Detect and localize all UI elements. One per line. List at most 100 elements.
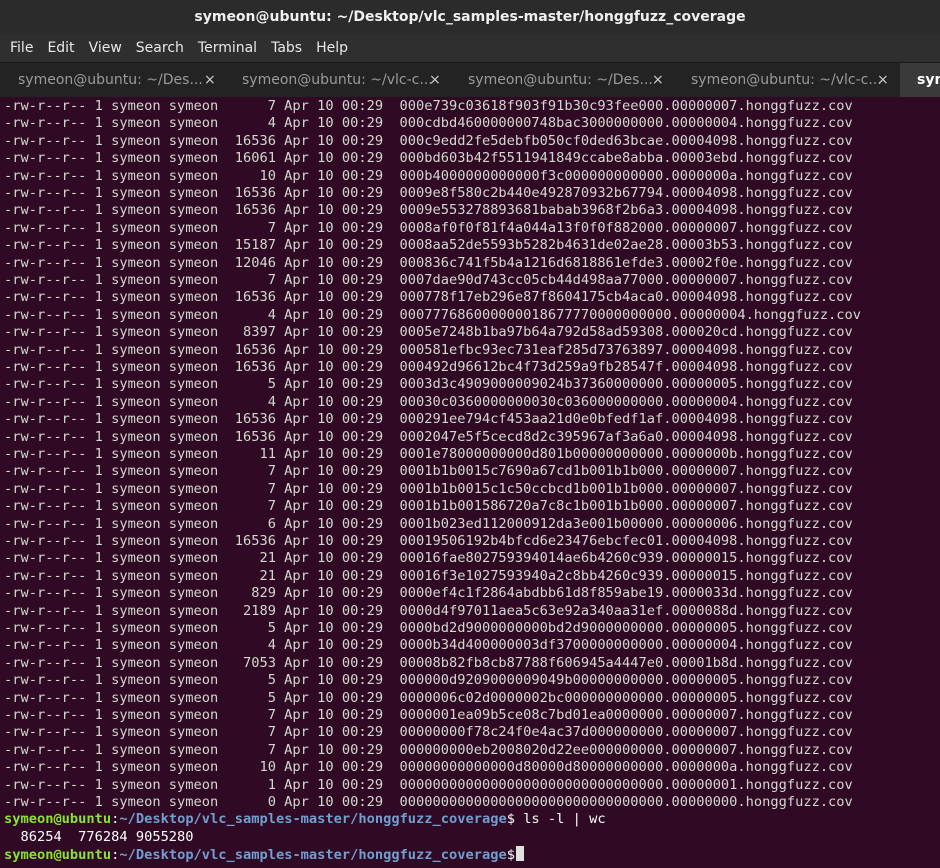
tab-3[interactable]: symeon@ubuntu: ~/Des... × — [448, 63, 672, 97]
tab-label: symeon@ubuntu: ~/Des... — [468, 72, 653, 88]
menu-file[interactable]: File — [3, 34, 40, 62]
listing-row-text: -rw-r--r-- 1 symeon symeon 0 Apr 10 00:2… — [4, 794, 853, 810]
listing-row: -rw-r--r-- 1 symeon symeon 16536 Apr 10 … — [4, 202, 853, 219]
menu-view[interactable]: View — [82, 34, 129, 62]
listing-row-text: -rw-r--r-- 1 symeon symeon 7 Apr 10 00:2… — [4, 219, 853, 236]
menu-search[interactable]: Search — [129, 34, 191, 62]
listing-row-text: -rw-r--r-- 1 symeon symeon 7 Apr 10 00:2… — [4, 498, 853, 515]
wc-output: 86254 776284 9055280 — [4, 828, 194, 845]
command-output: 86254 776284 9055280 — [4, 828, 194, 846]
tab-4[interactable]: symeon@ubuntu: ~/vlc-c... × — [672, 63, 896, 97]
prompt-dollar: $ — [506, 847, 515, 864]
listing-row: -rw-r--r-- 1 symeon symeon 21 Apr 10 00:… — [4, 550, 853, 567]
tab-label: symeon@ubuntu: ~/vlc-c... — [242, 72, 433, 88]
listing-row: -rw-r--r-- 1 symeon symeon 7 Apr 10 00:2… — [4, 98, 853, 115]
listing-row-text: -rw-r--r-- 1 symeon symeon 16061 Apr 10 … — [4, 150, 853, 167]
menu-terminal[interactable]: Terminal — [191, 34, 264, 62]
listing-row-text: -rw-r--r-- 1 symeon symeon 16536 Apr 10 … — [4, 185, 853, 201]
listing-row: -rw-r--r-- 1 symeon symeon 7 Apr 10 00:2… — [4, 724, 853, 741]
close-icon[interactable]: × — [204, 63, 216, 97]
listing-row: -rw-r--r-- 1 symeon symeon 7 Apr 10 00:2… — [4, 220, 853, 237]
listing-row-text: -rw-r--r-- 1 symeon symeon 7 Apr 10 00:2… — [4, 98, 853, 114]
listing-row-text: -rw-r--r-- 1 symeon symeon 10 Apr 10 00:… — [4, 759, 853, 776]
listing-row: -rw-r--r-- 1 symeon symeon 16536 Apr 10 … — [4, 411, 853, 428]
tab-label: sym — [917, 72, 940, 88]
terminal-output[interactable]: -rw-r--r-- 1 symeon symeon 7 Apr 10 00:2… — [0, 97, 940, 868]
listing-row-text: -rw-r--r-- 1 symeon symeon 7 Apr 10 00:2… — [4, 741, 853, 758]
listing-row-text: -rw-r--r-- 1 symeon symeon 21 Apr 10 00:… — [4, 550, 853, 567]
prompt-path: ~/Desktop/vlc_samples-master/honggfuzz_c… — [119, 847, 507, 864]
menu-tabs[interactable]: Tabs — [264, 34, 309, 62]
listing-row-text: -rw-r--r-- 1 symeon symeon 5 Apr 10 00:2… — [4, 689, 853, 706]
listing-row: -rw-r--r-- 1 symeon symeon 21 Apr 10 00:… — [4, 568, 853, 585]
listing-row-text: -rw-r--r-- 1 symeon symeon 4 Apr 10 00:2… — [4, 637, 853, 654]
listing-row-text: -rw-r--r-- 1 symeon symeon 16536 Apr 10 … — [4, 411, 853, 428]
listing-row-text: -rw-r--r-- 1 symeon symeon 7 Apr 10 00:2… — [4, 463, 853, 480]
tab-active[interactable]: sym — [900, 63, 940, 97]
listing-row: -rw-r--r-- 1 symeon symeon 16536 Apr 10 … — [4, 533, 853, 550]
listing-row-text: -rw-r--r-- 1 symeon symeon 5 Apr 10 00:2… — [4, 620, 853, 636]
close-icon[interactable]: × — [877, 63, 889, 97]
close-icon[interactable]: × — [652, 63, 664, 97]
listing-row-text: -rw-r--r-- 1 symeon symeon 7 Apr 10 00:2… — [4, 724, 853, 741]
listing-row: -rw-r--r-- 1 symeon symeon 16536 Apr 10 … — [4, 359, 853, 376]
tab-bar: symeon@ubuntu: ~/Des... × symeon@ubuntu:… — [0, 62, 940, 97]
menu-help[interactable]: Help — [309, 34, 355, 62]
listing-row: -rw-r--r-- 1 symeon symeon 16061 Apr 10 … — [4, 150, 853, 167]
listing-row-text: -rw-r--r-- 1 symeon symeon 1 Apr 10 00:2… — [4, 776, 853, 793]
tab-label: symeon@ubuntu: ~/vlc-c... — [691, 72, 882, 88]
listing-row: -rw-r--r-- 1 symeon symeon 16536 Apr 10 … — [4, 133, 853, 150]
listing-row-text: -rw-r--r-- 1 symeon symeon 7053 Apr 10 0… — [4, 654, 853, 671]
listing-row-text: -rw-r--r-- 1 symeon symeon 16536 Apr 10 … — [4, 359, 853, 375]
listing-row-text: -rw-r--r-- 1 symeon symeon 5 Apr 10 00:2… — [4, 376, 853, 393]
listing-row-text: -rw-r--r-- 1 symeon symeon 829 Apr 10 00… — [4, 585, 853, 602]
listing-row-text: -rw-r--r-- 1 symeon symeon 16536 Apr 10 … — [4, 289, 853, 306]
listing-row-text: -rw-r--r-- 1 symeon symeon 8397 Apr 10 0… — [4, 324, 853, 341]
listing-row: -rw-r--r-- 1 symeon symeon 11 Apr 10 00:… — [4, 446, 853, 463]
tab-2[interactable]: symeon@ubuntu: ~/vlc-c... × — [224, 63, 448, 97]
listing-row: -rw-r--r-- 1 symeon symeon 7 Apr 10 00:2… — [4, 742, 853, 759]
prompt-user: symeon@ubuntu — [4, 847, 112, 864]
listing-row: -rw-r--r-- 1 symeon symeon 4 Apr 10 00:2… — [4, 637, 853, 654]
listing-row: -rw-r--r-- 1 symeon symeon 10 Apr 10 00:… — [4, 759, 853, 776]
listing-row: -rw-r--r-- 1 symeon symeon 4 Apr 10 00:2… — [4, 115, 853, 132]
prompt-path: ~/Desktop/vlc_samples-master/honggfuzz_c… — [119, 811, 507, 828]
listing-row-text: -rw-r--r-- 1 symeon symeon 16536 Apr 10 … — [4, 132, 853, 149]
tab-1[interactable]: symeon@ubuntu: ~/Des... × — [0, 63, 224, 97]
command-line: symeon@ubuntu:~/Desktop/vlc_samples-mast… — [4, 811, 606, 828]
close-icon[interactable]: × — [429, 63, 441, 97]
current-prompt: symeon@ubuntu:~/Desktop/vlc_samples-mast… — [4, 846, 524, 863]
listing-row: -rw-r--r-- 1 symeon symeon 829 Apr 10 00… — [4, 585, 853, 602]
prompt-user: symeon@ubuntu — [4, 811, 112, 828]
listing-row-text: -rw-r--r-- 1 symeon symeon 21 Apr 10 00:… — [4, 567, 853, 584]
listing-row: -rw-r--r-- 1 symeon symeon 7053 Apr 10 0… — [4, 655, 853, 672]
command-text: ls -l | wc — [514, 811, 606, 828]
listing-row-text: -rw-r--r-- 1 symeon symeon 6 Apr 10 00:2… — [4, 515, 853, 532]
listing-row: -rw-r--r-- 1 symeon symeon 5 Apr 10 00:2… — [4, 620, 853, 637]
listing-row: -rw-r--r-- 1 symeon symeon 16536 Apr 10 … — [4, 342, 853, 359]
listing-row: -rw-r--r-- 1 symeon symeon 4 Apr 10 00:2… — [4, 307, 861, 324]
listing-row-text: -rw-r--r-- 1 symeon symeon 11 Apr 10 00:… — [4, 446, 853, 462]
listing-row-text: -rw-r--r-- 1 symeon symeon 16536 Apr 10 … — [4, 428, 853, 445]
listing-row: -rw-r--r-- 1 symeon symeon 1 Apr 10 00:2… — [4, 777, 853, 794]
listing-row: -rw-r--r-- 1 symeon symeon 12046 Apr 10 … — [4, 255, 853, 272]
listing-row: -rw-r--r-- 1 symeon symeon 8397 Apr 10 0… — [4, 324, 853, 341]
listing-row-text: -rw-r--r-- 1 symeon symeon 16536 Apr 10 … — [4, 533, 853, 549]
listing-row: -rw-r--r-- 1 symeon symeon 7 Apr 10 00:2… — [4, 707, 853, 724]
listing-row: -rw-r--r-- 1 symeon symeon 7 Apr 10 00:2… — [4, 463, 853, 480]
listing-row: -rw-r--r-- 1 symeon symeon 0 Apr 10 00:2… — [4, 794, 853, 811]
listing-row-text: -rw-r--r-- 1 symeon symeon 4 Apr 10 00:2… — [4, 115, 853, 132]
listing-row: -rw-r--r-- 1 symeon symeon 15187 Apr 10 … — [4, 237, 853, 254]
listing-row: -rw-r--r-- 1 symeon symeon 10 Apr 10 00:… — [4, 168, 853, 185]
listing-row: -rw-r--r-- 1 symeon symeon 16536 Apr 10 … — [4, 429, 853, 446]
listing-row: -rw-r--r-- 1 symeon symeon 7 Apr 10 00:2… — [4, 481, 853, 498]
listing-row: -rw-r--r-- 1 symeon symeon 5 Apr 10 00:2… — [4, 690, 853, 707]
listing-row-text: -rw-r--r-- 1 symeon symeon 4 Apr 10 00:2… — [4, 393, 853, 410]
menu-edit[interactable]: Edit — [40, 34, 81, 62]
menu-bar: File Edit View Search Terminal Tabs Help — [0, 34, 940, 62]
window-title: symeon@ubuntu: ~/Desktop/vlc_samples-mas… — [0, 0, 940, 34]
listing-row-text: -rw-r--r-- 1 symeon symeon 16536 Apr 10 … — [4, 202, 853, 219]
listing-row-text: -rw-r--r-- 1 symeon symeon 16536 Apr 10 … — [4, 341, 853, 358]
listing-row: -rw-r--r-- 1 symeon symeon 16536 Apr 10 … — [4, 185, 853, 202]
listing-row-text: -rw-r--r-- 1 symeon symeon 12046 Apr 10 … — [4, 254, 853, 271]
